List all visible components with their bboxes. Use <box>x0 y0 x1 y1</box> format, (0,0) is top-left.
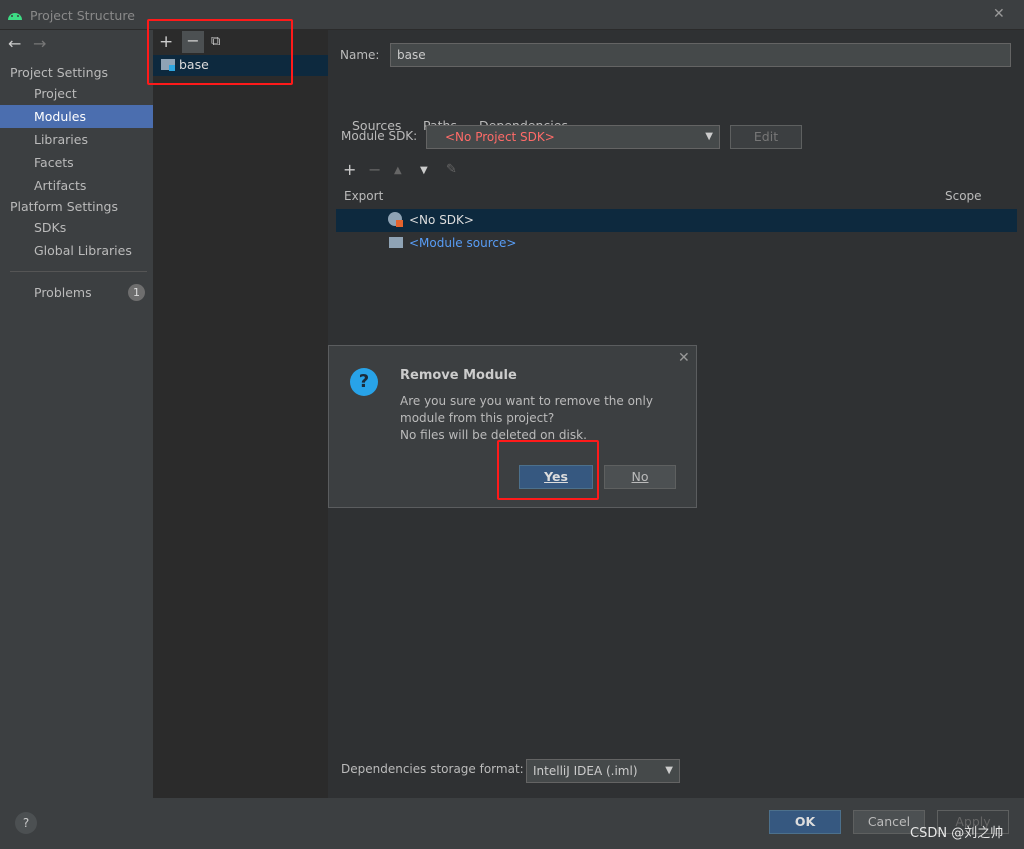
problems-count-badge: 1 <box>128 284 145 301</box>
sidebar-item-global-libraries[interactable]: Global Libraries <box>0 239 153 262</box>
dependency-name: <No SDK> <box>409 213 474 227</box>
remove-dependency-icon: − <box>368 160 382 179</box>
sdk-globe-icon <box>388 212 403 227</box>
help-button[interactable]: ? <box>15 812 37 834</box>
dialog-message-line: Are you sure you want to remove the only <box>400 394 653 408</box>
name-label: Name: <box>340 48 380 62</box>
section-project-settings: Project Settings <box>10 65 109 80</box>
move-down-icon[interactable]: ▼ <box>420 165 428 176</box>
sidebar: ← → Project Settings Project Modules Lib… <box>0 30 153 849</box>
module-sdk-dropdown[interactable]: <No Project SDK> ▼ <box>426 125 720 149</box>
sidebar-item-artifacts[interactable]: Artifacts <box>0 174 153 197</box>
storage-value: IntelliJ IDEA (.iml) <box>533 764 638 778</box>
window-title: Project Structure <box>30 8 135 23</box>
close-window-button[interactable]: ✕ <box>993 6 1005 22</box>
module-sdk-label: Module SDK: <box>341 129 418 143</box>
dependency-name: <Module source> <box>409 236 517 250</box>
edit-sdk-button[interactable]: Edit <box>730 125 802 149</box>
export-column-header: Export <box>344 189 384 203</box>
chevron-down-icon: ▼ <box>665 765 673 776</box>
section-platform-settings: Platform Settings <box>10 199 118 214</box>
storage-format-label: Dependencies storage format: <box>341 762 524 776</box>
sidebar-item-project[interactable]: Project <box>0 82 153 105</box>
name-input[interactable]: base <box>390 43 1011 67</box>
dialog-title: Remove Module <box>400 368 517 383</box>
dialog-message-line: module from this project? <box>400 411 555 425</box>
divider <box>10 271 147 272</box>
watermark: CSDN @刘之帅 <box>910 826 1004 841</box>
storage-format-dropdown[interactable]: IntelliJ IDEA (.iml) ▼ <box>526 759 680 783</box>
problems-label: Problems <box>34 285 92 300</box>
sidebar-item-libraries[interactable]: Libraries <box>0 128 153 151</box>
add-dependency-icon[interactable]: + <box>343 160 356 179</box>
chevron-down-icon: ▼ <box>705 131 713 142</box>
edit-dependency-icon: ✎ <box>446 162 457 177</box>
sidebar-item-facets[interactable]: Facets <box>0 151 153 174</box>
no-button[interactable]: No <box>604 465 676 489</box>
dependency-row-module-source[interactable]: <Module source> <box>336 232 1017 255</box>
ok-button[interactable]: OK <box>769 810 841 834</box>
scope-column-header: Scope <box>945 189 982 203</box>
sdk-value: <No Project SDK> <box>445 130 555 144</box>
question-icon: ? <box>350 368 378 396</box>
highlight-box <box>497 440 599 500</box>
dependency-row-no-sdk[interactable]: <No SDK> <box>336 209 1017 232</box>
back-arrow-icon[interactable]: ← <box>8 34 21 53</box>
sidebar-item-sdks[interactable]: SDKs <box>0 216 153 239</box>
sidebar-item-problems[interactable]: Problems 1 <box>0 281 153 304</box>
move-up-icon: ▲ <box>394 165 402 176</box>
dialog-close-button[interactable]: ✕ <box>678 350 690 366</box>
sidebar-item-modules[interactable]: Modules <box>0 105 153 128</box>
forward-arrow-icon: → <box>33 34 47 53</box>
android-icon <box>8 13 22 20</box>
module-list: + − ⧉ base <box>153 30 328 798</box>
folder-icon <box>389 237 403 248</box>
highlight-box <box>147 19 293 85</box>
